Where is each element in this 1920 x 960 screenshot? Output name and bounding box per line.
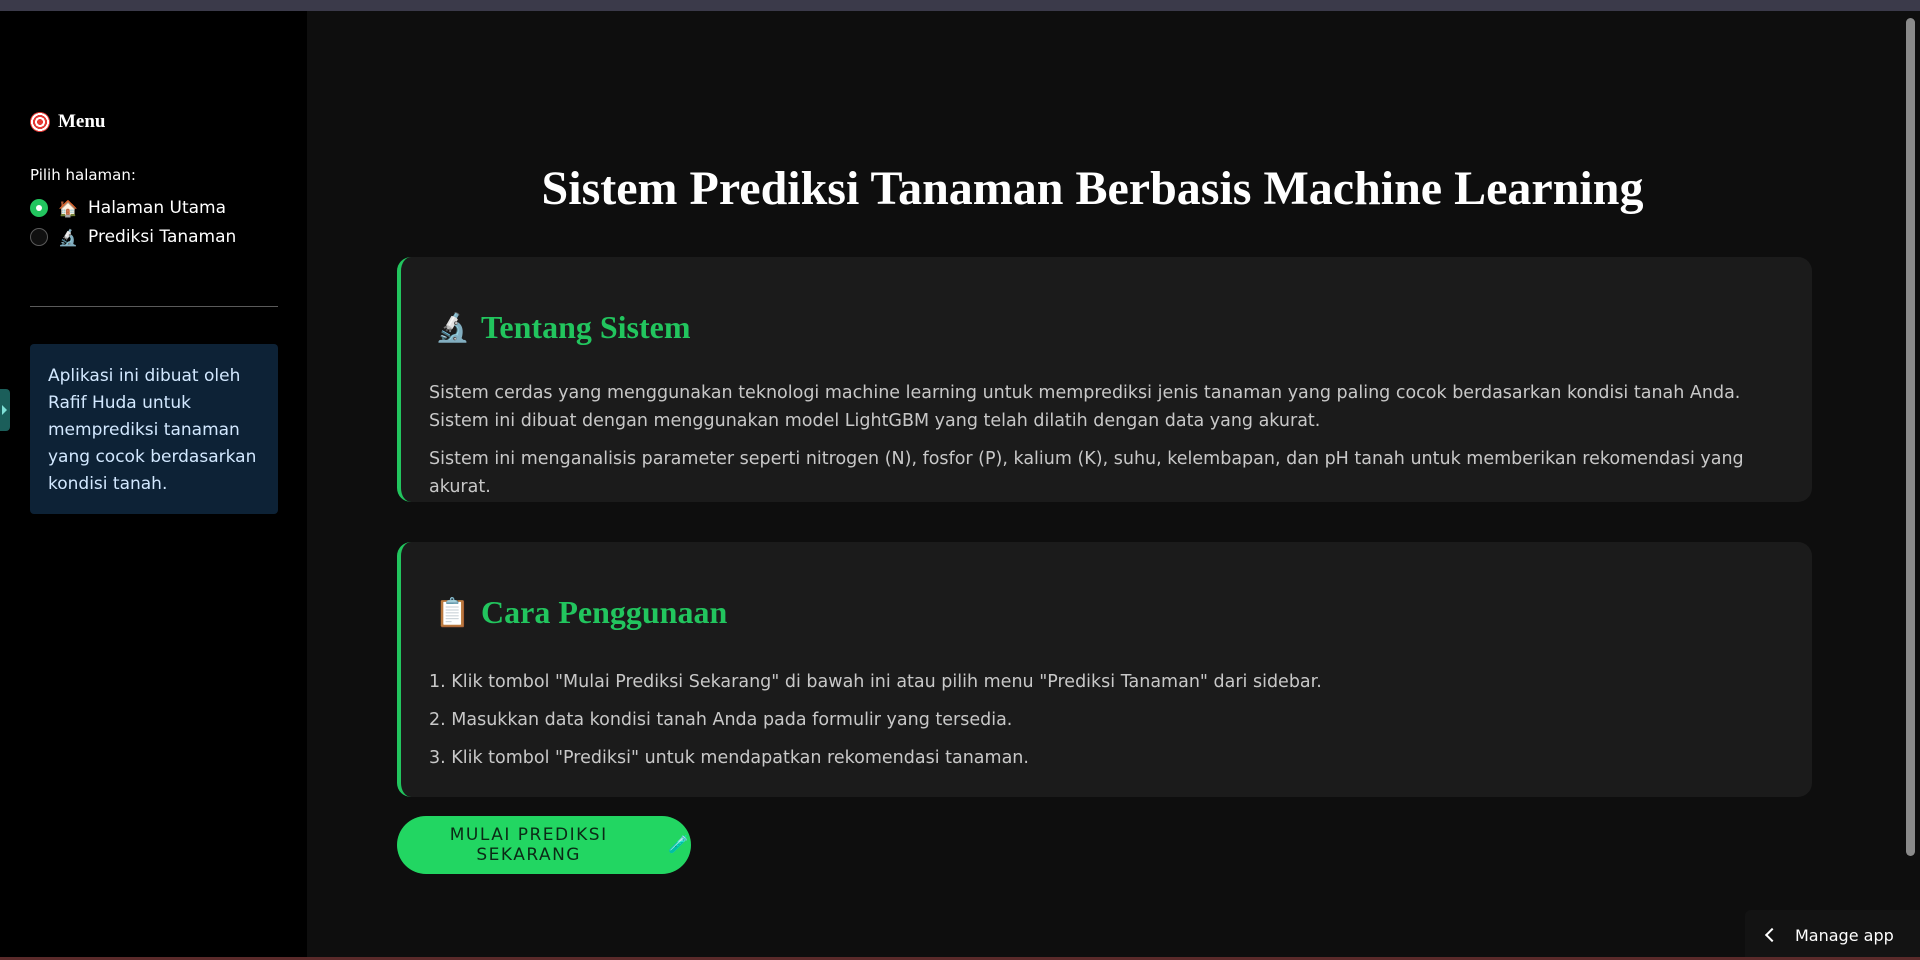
main-content: Sistem Prediksi Tanaman Berbasis Machine… (307, 11, 1920, 960)
about-card: 🔬 Tentang Sistem Sistem cerdas yang meng… (397, 257, 1812, 502)
sidebar: Menu Pilih halaman: 🏠 Halaman Utama 🔬 Pr… (0, 11, 307, 960)
sidebar-info-box: Aplikasi ini dibuat oleh Rafif Huda untu… (30, 344, 278, 514)
about-card-body: Sistem cerdas yang menggunakan teknologi… (429, 379, 1782, 501)
page-scrollbar[interactable] (1906, 18, 1915, 856)
radio-button[interactable] (30, 228, 48, 246)
menu-title-text: Menu (58, 111, 106, 132)
sidebar-divider (30, 306, 278, 307)
radio-option-label: Prediksi Tanaman (88, 227, 237, 247)
usage-step: 3. Klik tombol "Prediksi" untuk mendapat… (429, 748, 1029, 768)
sidebar-collapse-handle[interactable] (0, 389, 10, 431)
clipboard-icon: 📋 (435, 596, 470, 629)
test-tube-icon: 🧪 (668, 835, 691, 855)
chevron-left-icon (1764, 927, 1780, 943)
usage-card-header: 📋 Cara Penggunaan (435, 594, 727, 631)
about-card-title: Tentang Sistem (481, 309, 691, 345)
page-picker-label: Pilih halaman: (30, 166, 136, 184)
sidebar-menu-title: Menu (30, 111, 106, 133)
about-paragraph: Sistem cerdas yang menggunakan teknologi… (429, 383, 1741, 431)
microscope-icon: 🔬 (58, 227, 78, 247)
usage-card-title: Cara Penggunaan (481, 594, 728, 630)
house-icon: 🏠 (58, 198, 78, 218)
usage-step: 1. Klik tombol "Mulai Prediksi Sekarang"… (429, 672, 1322, 692)
manage-app-label: Manage app (1795, 925, 1894, 945)
radio-option-halaman-utama[interactable]: 🏠 Halaman Utama (30, 198, 226, 218)
usage-card-body: 1. Klik tombol "Mulai Prediksi Sekarang"… (429, 668, 1782, 772)
start-prediction-button[interactable]: MULAI PREDIKSI SEKARANG 🧪 (397, 816, 691, 874)
page-title: Sistem Prediksi Tanaman Berbasis Machine… (541, 162, 1644, 215)
browser-top-bar (0, 0, 1920, 11)
about-card-header: 🔬 Tentang Sistem (435, 309, 691, 346)
microscope-icon: 🔬 (435, 311, 470, 344)
about-paragraph: Sistem ini menganalisis parameter sepert… (429, 449, 1744, 497)
start-prediction-label: MULAI PREDIKSI SEKARANG (449, 825, 608, 865)
usage-step: 2. Masukkan data kondisi tanah Anda pada… (429, 710, 1013, 730)
manage-app-button[interactable]: Manage app (1745, 910, 1920, 960)
usage-card: 📋 Cara Penggunaan 1. Klik tombol "Mulai … (397, 542, 1812, 797)
radio-option-label: Halaman Utama (88, 198, 227, 218)
radio-button-selected[interactable] (30, 199, 48, 217)
radio-option-prediksi-tanaman[interactable]: 🔬 Prediksi Tanaman (30, 227, 236, 247)
target-icon (30, 112, 50, 132)
